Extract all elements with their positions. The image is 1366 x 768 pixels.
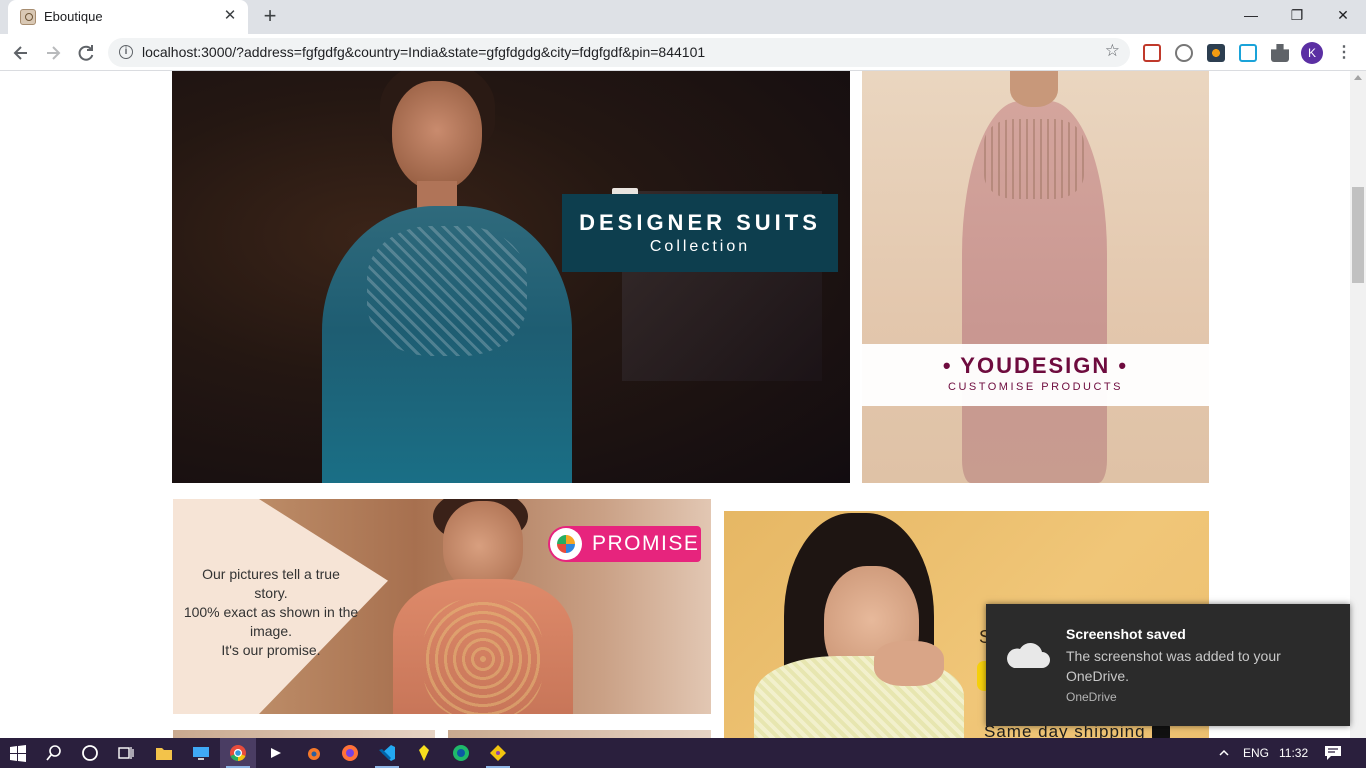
minimize-button[interactable]: — [1228, 0, 1274, 30]
remote-desktop-icon[interactable] [183, 738, 219, 768]
model-face [392, 81, 482, 191]
promise-line: image. [249, 623, 293, 639]
truck-icon [1152, 725, 1170, 738]
onedrive-cloud-icon [1002, 640, 1050, 670]
tab-eboutique[interactable]: Eboutique ✕ [8, 0, 248, 34]
promise-line: Our pictures tell a true [202, 566, 340, 582]
new-tab-button[interactable]: + [258, 4, 282, 28]
suits-label: DESIGNER SUITS Collection [562, 188, 838, 272]
screenshot-saved-toast[interactable]: Screenshot saved The screenshot was adde… [986, 604, 1350, 726]
promise-banner[interactable]: Our pictures tell a true story. 100% exa… [173, 499, 711, 714]
youdesign-label: • YOUDESIGN • CUSTOMISE PRODUCTS [862, 344, 1209, 406]
site-info-icon[interactable]: i [119, 45, 133, 59]
designer-suits-banner[interactable]: DESIGNER SUITS Collection [172, 71, 850, 483]
task-view-icon[interactable] [108, 738, 144, 768]
promise-badge: PROMISE [548, 526, 701, 562]
start-icon[interactable] [0, 738, 36, 768]
suits-model-image [322, 71, 572, 483]
model-chin [1010, 71, 1058, 107]
promise-model-image [393, 499, 573, 714]
url-text[interactable]: localhost:3000/?address=fgfgdfg&country=… [142, 44, 705, 60]
scroll-up-icon[interactable] [1354, 75, 1362, 80]
firefox-icon[interactable] [332, 738, 368, 768]
embroidered-yoke [984, 119, 1084, 199]
windows-taskbar: ENG 11:32 [0, 738, 1366, 768]
blender-icon[interactable] [295, 738, 331, 768]
youdesign-title: • YOUDESIGN • [942, 353, 1129, 378]
tab-strip: Eboutique ✕ + — ❐ ✕ [0, 0, 1366, 34]
clock-time[interactable]: 11:32 [1279, 746, 1308, 760]
restore-button[interactable]: ❐ [1274, 0, 1320, 30]
extensions-puzzle-icon[interactable] [1271, 44, 1289, 62]
extension-shield-icon[interactable] [1143, 44, 1161, 62]
bookmark-star-icon[interactable]: ☆ [1105, 41, 1120, 61]
action-center-icon[interactable] [1324, 745, 1342, 761]
suits-title: DESIGNER SUITS [579, 210, 821, 235]
next-row-banner[interactable] [448, 730, 711, 738]
input-language[interactable]: ENG [1243, 746, 1269, 760]
promise-message: Our pictures tell a true story. 100% exa… [181, 565, 361, 660]
page-scrollbar[interactable] [1350, 71, 1366, 738]
chrome-icon[interactable] [220, 738, 256, 768]
promise-line: It's our promise. [221, 642, 321, 658]
search-icon[interactable] [36, 738, 72, 768]
suits-subtitle: Collection [649, 238, 751, 255]
extension-cast-icon[interactable] [1239, 44, 1257, 62]
media-player-icon[interactable] [258, 738, 294, 768]
extension-c-icon[interactable] [1175, 44, 1193, 62]
address-bar[interactable]: i localhost:3000/?address=fgfgdfg&countr… [108, 38, 1130, 67]
tab-title: Eboutique [44, 9, 103, 24]
reload-icon[interactable] [72, 39, 100, 67]
toast-message: The screenshot was added to your OneDriv… [1066, 648, 1281, 684]
back-arrow-icon[interactable] [7, 39, 35, 67]
eboutique-favicon-icon [20, 9, 36, 25]
edge-icon[interactable] [443, 738, 479, 768]
forward-arrow-icon[interactable] [39, 39, 67, 67]
toast-title: Screenshot saved [1066, 626, 1186, 642]
teal-gown [322, 206, 572, 483]
cortana-icon[interactable] [72, 738, 108, 768]
promise-badge-text: PROMISE [592, 532, 700, 555]
browser-toolbar: i localhost:3000/?address=fgfgdfg&countr… [0, 34, 1366, 71]
model-hand [874, 641, 944, 686]
youdesign-subtitle: CUSTOMISE PRODUCTS [948, 381, 1123, 393]
vscode-icon[interactable] [369, 738, 405, 768]
scroll-thumb[interactable] [1352, 187, 1364, 283]
git-icon[interactable] [480, 738, 516, 768]
youdesign-banner[interactable]: • YOUDESIGN • CUSTOMISE PRODUCTS [862, 71, 1209, 483]
promise-line: 100% exact as shown in the [183, 604, 359, 620]
extension-bug-icon[interactable] [1207, 44, 1225, 62]
close-window-button[interactable]: ✕ [1320, 0, 1366, 30]
embroidered-blouse [393, 579, 573, 714]
tray-chevron-up-icon[interactable] [1218, 746, 1230, 758]
browser-menu-icon[interactable]: ⋮ [1334, 42, 1354, 64]
tab-close-icon[interactable]: ✕ [222, 8, 238, 24]
toast-source: OneDrive [1066, 690, 1117, 704]
promise-line: story. [254, 585, 288, 601]
next-row-banner[interactable] [173, 730, 435, 738]
model-face [443, 501, 523, 591]
file-explorer-icon[interactable] [146, 738, 182, 768]
kotlin-icon[interactable] [406, 738, 442, 768]
profile-avatar[interactable]: K [1301, 42, 1323, 64]
pinwheel-logo-icon [550, 528, 582, 560]
